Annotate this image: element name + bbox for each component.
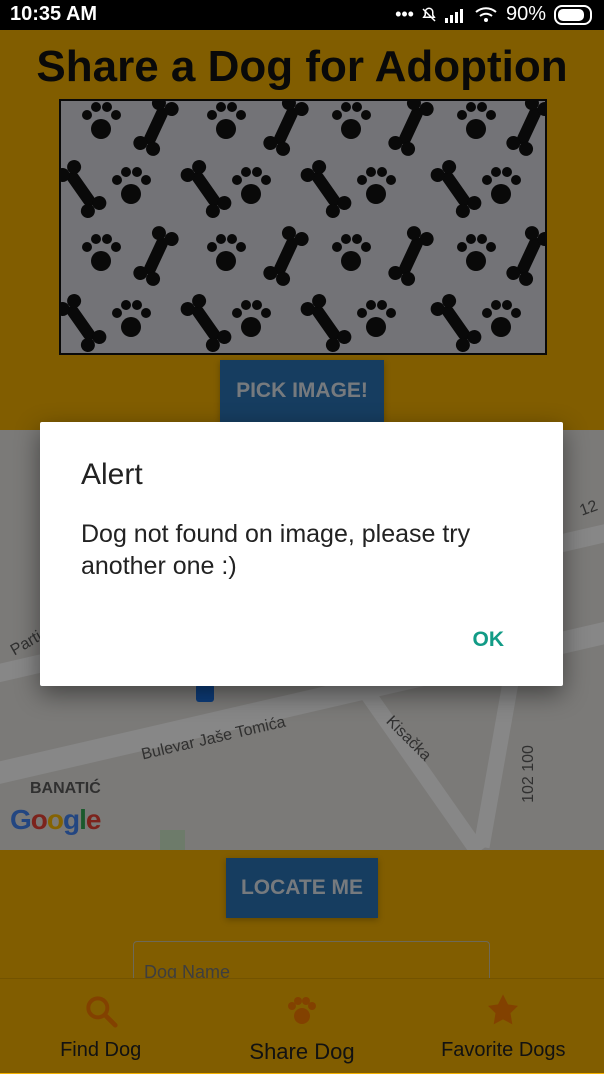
alert-dialog: Alert Dog not found on image, please try… xyxy=(40,422,563,686)
more-icon: ••• xyxy=(395,4,414,24)
ok-button[interactable]: OK xyxy=(467,627,511,653)
mute-icon xyxy=(422,6,436,22)
battery-icon xyxy=(554,4,592,25)
status-icons: ••• xyxy=(395,4,498,25)
signal-icon xyxy=(444,8,463,23)
alert-title: Alert xyxy=(81,458,143,491)
alert-message: Dog not found on image, please try anoth… xyxy=(81,520,471,580)
wifi-icon xyxy=(475,6,497,22)
status-time: 10:35 AM xyxy=(10,3,98,25)
status-bar: 10:35 AM ••• 90% xyxy=(0,0,604,30)
status-right: ••• 90% xyxy=(395,3,592,26)
battery-percent: 90% xyxy=(505,3,546,25)
